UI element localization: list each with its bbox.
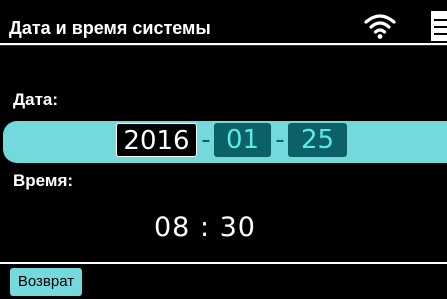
header-bar: Дата и время системы (0, 0, 447, 43)
footer-divider (0, 262, 447, 264)
time-value[interactable]: 08 : 30 (140, 211, 270, 245)
year-field[interactable]: 2016 (116, 123, 197, 157)
page-title: Дата и время системы (9, 18, 211, 38)
date-time-settings-screen: Дата и время системы Дата: 2016 - 01 - 2… (0, 0, 447, 299)
date-separator: - (201, 125, 211, 155)
header-divider-shadow (0, 45, 447, 46)
date-separator: - (275, 125, 285, 155)
time-label: Время: (13, 171, 74, 190)
date-label: Дата: (13, 90, 59, 109)
day-field[interactable]: 25 (288, 123, 347, 157)
back-button[interactable]: Возврат (10, 268, 82, 296)
menu-icon[interactable] (429, 9, 447, 43)
wifi-icon (364, 14, 396, 39)
month-field[interactable]: 01 (214, 123, 271, 157)
